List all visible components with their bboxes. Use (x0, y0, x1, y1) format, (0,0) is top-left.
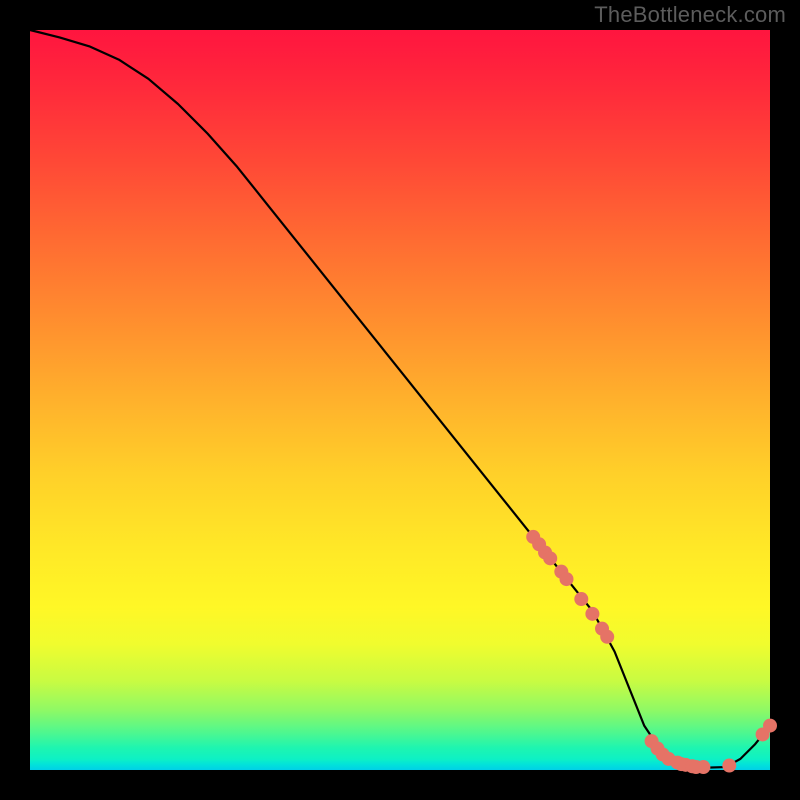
data-marker (560, 572, 574, 586)
data-marker (574, 592, 588, 606)
plot-area (30, 30, 770, 770)
data-marker (543, 551, 557, 565)
watermark-text: TheBottleneck.com (594, 2, 786, 28)
marker-layer (526, 530, 777, 774)
data-marker (600, 630, 614, 644)
chart-container: TheBottleneck.com (0, 0, 800, 800)
data-marker (585, 607, 599, 621)
data-marker (696, 760, 710, 774)
data-marker (722, 759, 736, 773)
curve-svg (30, 30, 770, 770)
bottleneck-curve (30, 30, 770, 768)
data-marker (763, 719, 777, 733)
